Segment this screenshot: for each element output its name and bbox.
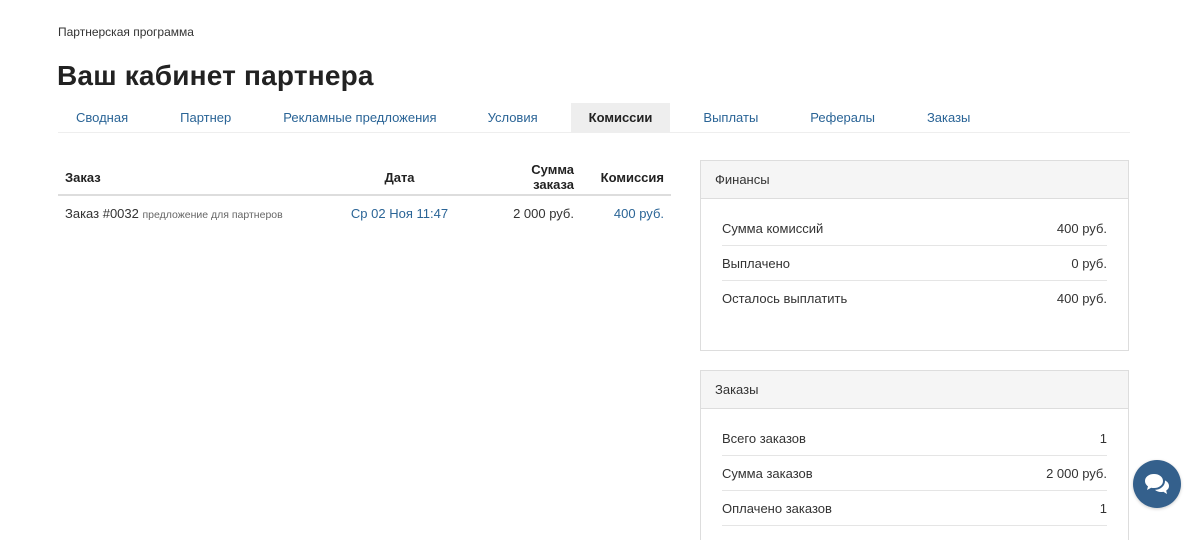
orders-value: 2 000 руб. <box>1046 465 1107 481</box>
column-header-order-sum: Сумма заказа <box>481 160 581 196</box>
finance-row-remaining: Осталось выплатить 400 руб. <box>722 281 1107 316</box>
finances-panel-body: Сумма комиссий 400 руб. Выплачено 0 руб.… <box>701 199 1128 316</box>
order-date-link[interactable]: Ср 02 Ноя 11:47 <box>351 206 448 221</box>
column-header-order: Заказ <box>58 160 318 196</box>
orders-summary-panel-heading: Заказы <box>701 371 1128 409</box>
orders-row-paid: Оплачено заказов 1 <box>722 491 1107 526</box>
tab-commissions[interactable]: Комиссии <box>570 103 671 132</box>
orders-row-total: Всего заказов 1 <box>722 421 1107 456</box>
commission-cell: 400 руб. <box>581 195 671 230</box>
orders-value: 1 <box>1099 430 1107 446</box>
finance-row-paid: Выплачено 0 руб. <box>722 246 1107 281</box>
tab-payouts[interactable]: Выплаты <box>670 103 784 132</box>
column-header-date: Дата <box>318 160 481 196</box>
finance-row-commission-sum: Сумма комиссий 400 руб. <box>722 211 1107 246</box>
date-cell: Ср 02 Ноя 11:47 <box>318 195 481 230</box>
tab-summary[interactable]: Сводная <box>58 103 146 132</box>
chat-bubbles-icon <box>1145 474 1169 494</box>
orders-label: Сумма заказов <box>722 465 813 481</box>
table-row: Заказ #0032 предложение для партнеров Ср… <box>58 195 671 230</box>
orders-label: Всего заказов <box>722 430 806 446</box>
page-title: Ваш кабинет партнера <box>57 60 374 91</box>
finance-label: Выплачено <box>722 255 790 271</box>
order-number: Заказ #0032 <box>65 205 139 221</box>
breadcrumb: Партнерская программа <box>58 25 194 39</box>
orders-label: Оплачено заказов <box>722 500 832 516</box>
tab-referrals[interactable]: Рефералы <box>784 103 901 132</box>
order-cell: Заказ #0032 предложение для партнеров <box>58 195 318 230</box>
tab-partner[interactable]: Партнер <box>146 103 257 132</box>
tab-ad-offers[interactable]: Рекламные предложения <box>257 103 461 132</box>
tab-bar: Сводная Партнер Рекламные предложения Ус… <box>58 103 1130 133</box>
chat-button[interactable] <box>1133 460 1181 508</box>
finance-label: Осталось выплатить <box>722 291 848 306</box>
orders-summary-panel-body: Всего заказов 1 Сумма заказов 2 000 руб.… <box>701 409 1128 526</box>
finance-value: 400 руб. <box>1056 220 1107 236</box>
tab-terms[interactable]: Условия <box>462 103 571 132</box>
finance-value: 400 руб. <box>1056 291 1107 306</box>
offer-name: предложение для партнеров <box>142 208 283 221</box>
orders-row-sum: Сумма заказов 2 000 руб. <box>722 456 1107 491</box>
finances-panel-heading: Финансы <box>701 161 1128 199</box>
table-header-row: Заказ Дата Сумма заказа Комиссия <box>58 160 671 196</box>
orders-value: 1 <box>1099 500 1107 516</box>
orders-summary-panel: Заказы Всего заказов 1 Сумма заказов 2 0… <box>700 370 1129 540</box>
column-header-commission: Комиссия <box>581 160 671 196</box>
tab-orders[interactable]: Заказы <box>901 103 988 132</box>
finance-value: 0 руб. <box>1071 255 1107 271</box>
commission-link[interactable]: 400 руб. <box>614 206 664 221</box>
finance-label: Сумма комиссий <box>722 220 824 236</box>
commissions-table: Заказ Дата Сумма заказа Комиссия Заказ #… <box>58 160 671 230</box>
order-sum-cell: 2 000 руб. <box>513 205 574 221</box>
finances-panel: Финансы Сумма комиссий 400 руб. Выплачен… <box>700 160 1129 351</box>
